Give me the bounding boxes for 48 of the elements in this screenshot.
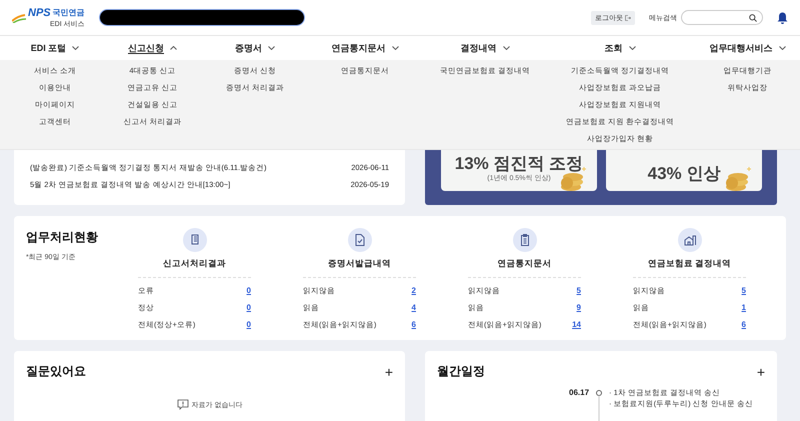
column-title: 증명서발급내역 (328, 258, 391, 270)
column-title: 연금통지문서 (498, 258, 552, 270)
add-button[interactable]: + (384, 364, 393, 378)
count-link[interactable]: 5 (742, 286, 746, 295)
nav-tab[interactable]: 조회 (550, 36, 690, 60)
count-link[interactable]: 4 (412, 303, 416, 312)
checked-document-icon (348, 228, 372, 252)
count-link[interactable]: 0 (246, 286, 251, 295)
card-title: 질문있어요 (26, 363, 86, 380)
nav-tab[interactable]: 결정내역 (420, 36, 550, 60)
column-title: 신고서처리결과 (163, 258, 226, 270)
coins-icon (724, 165, 754, 191)
nav-tab[interactable]: EDI 포털 (5, 36, 105, 60)
count-link[interactable]: 2 (412, 286, 416, 295)
card-title: 월간일정 (437, 363, 485, 380)
chevron-icon (502, 46, 510, 50)
nav-tab[interactable]: 연금통지문서 (310, 36, 420, 60)
chevron-icon (392, 46, 398, 50)
count-link[interactable]: 1 (742, 303, 746, 312)
logout-icon (625, 14, 631, 20)
chevron-icon (778, 46, 786, 50)
column-title: 연금보험료 결정내역 (648, 258, 732, 270)
document-icon (182, 228, 206, 252)
count-link[interactable]: 6 (742, 320, 746, 329)
count-link[interactable]: 0 (246, 320, 251, 329)
count-link[interactable]: 9 (576, 303, 581, 312)
bell-icon[interactable] (777, 12, 788, 24)
count-link[interactable]: 14 (572, 320, 581, 329)
chevron-icon (170, 46, 177, 50)
chevron-icon (268, 46, 275, 50)
nav-tab[interactable]: 증명서 (200, 36, 310, 60)
banner-headline: 13% 점진적 조정 (454, 155, 584, 173)
count-link[interactable]: 5 (576, 286, 581, 295)
clipboard-icon (512, 228, 536, 252)
nav-tab[interactable]: 신고신청 (105, 36, 200, 60)
building-icon (678, 228, 702, 252)
count-link[interactable]: 6 (412, 320, 416, 329)
count-link[interactable]: 0 (246, 303, 251, 312)
schedule-date: 06.17 (569, 388, 590, 399)
chevron-icon (628, 46, 636, 50)
speech-bubble-icon (176, 399, 189, 410)
section-title: 업무처리현황 (26, 230, 98, 244)
chevron-icon (72, 46, 80, 50)
menu-search-field[interactable] (681, 10, 763, 25)
nav-tab[interactable]: 업무대행서비스 (690, 36, 800, 60)
search-icon (749, 14, 757, 22)
banner-headline: 43% 인상 (648, 165, 720, 183)
add-button[interactable]: + (756, 364, 765, 378)
